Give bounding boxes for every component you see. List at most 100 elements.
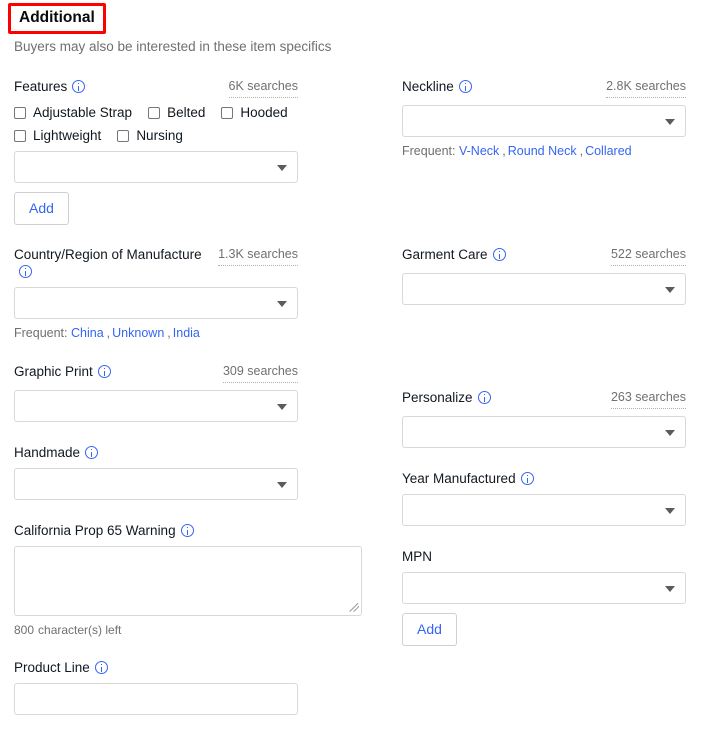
add-mpn-button[interactable]: Add bbox=[402, 613, 457, 646]
country-region-label-row: Country/Region of Manufacture 1.3K searc… bbox=[14, 246, 298, 280]
field-california-prop-65: California Prop 65 Warning 800character(… bbox=[14, 522, 298, 638]
handmade-select[interactable] bbox=[14, 468, 298, 500]
field-mpn: MPN Add bbox=[402, 548, 686, 646]
features-label-row: Features 6K searches bbox=[14, 78, 298, 98]
separator: , bbox=[107, 326, 110, 340]
checkbox-row: Adjustable Strap Belted Hooded bbox=[14, 105, 298, 121]
resize-handle[interactable] bbox=[349, 603, 359, 613]
year-manufactured-label-text: Year Manufactured bbox=[402, 471, 516, 486]
additional-item-specifics-page: Additional Buyers may also be interested… bbox=[0, 0, 703, 734]
graphic-print-label: Graphic Print bbox=[14, 363, 111, 380]
character-count: 800character(s) left bbox=[14, 622, 298, 638]
info-icon[interactable] bbox=[98, 365, 111, 378]
garment-care-select[interactable] bbox=[402, 273, 686, 305]
checkbox-row: Lightweight Nursing bbox=[14, 128, 298, 144]
frequent-link-india[interactable]: India bbox=[173, 326, 200, 340]
checkbox-label: Belted bbox=[167, 105, 205, 121]
neckline-searches: 2.8K searches bbox=[606, 78, 686, 98]
features-label: Features bbox=[14, 78, 85, 95]
frequent-link-unknown[interactable]: Unknown bbox=[112, 326, 164, 340]
graphic-print-select[interactable] bbox=[14, 390, 298, 422]
info-icon[interactable] bbox=[72, 80, 85, 93]
info-icon[interactable] bbox=[85, 446, 98, 459]
year-manufactured-label: Year Manufactured bbox=[402, 470, 534, 487]
frequent-link-v-neck[interactable]: V-Neck bbox=[459, 144, 499, 158]
chevron-down-icon bbox=[665, 287, 675, 293]
features-searches: 6K searches bbox=[229, 78, 298, 98]
character-count-number: 800 bbox=[14, 623, 34, 637]
separator: , bbox=[502, 144, 505, 158]
graphic-print-label-text: Graphic Print bbox=[14, 364, 93, 379]
checkbox-lightweight[interactable]: Lightweight bbox=[14, 128, 101, 144]
info-icon[interactable] bbox=[478, 391, 491, 404]
checkbox-box-icon[interactable] bbox=[117, 130, 129, 142]
chevron-down-icon bbox=[665, 508, 675, 514]
garment-care-label-row: Garment Care 522 searches bbox=[402, 246, 686, 266]
checkbox-box-icon[interactable] bbox=[221, 107, 233, 119]
checkbox-belted[interactable]: Belted bbox=[148, 105, 205, 121]
checkbox-hooded[interactable]: Hooded bbox=[221, 105, 287, 121]
checkbox-label: Nursing bbox=[136, 128, 183, 144]
garment-care-searches: 522 searches bbox=[611, 246, 686, 266]
frequent-link-collared[interactable]: Collared bbox=[585, 144, 632, 158]
personalize-label-row: Personalize 263 searches bbox=[402, 389, 686, 409]
checkbox-adjustable-strap[interactable]: Adjustable Strap bbox=[14, 105, 132, 121]
field-garment-care: Garment Care 522 searches bbox=[402, 246, 686, 305]
country-region-label-text: Country/Region of Manufacture bbox=[14, 247, 202, 262]
frequent-link-round-neck[interactable]: Round Neck bbox=[508, 144, 577, 158]
year-manufactured-label-row: Year Manufactured bbox=[402, 470, 686, 487]
chevron-down-icon bbox=[277, 482, 287, 488]
section-subtitle: Buyers may also be interested in these i… bbox=[14, 38, 331, 56]
california-prop-65-label-row: California Prop 65 Warning bbox=[14, 522, 298, 539]
features-checkbox-group: Adjustable Strap Belted Hooded Lightweig… bbox=[14, 105, 298, 144]
chevron-down-icon bbox=[277, 301, 287, 307]
handmade-label-text: Handmade bbox=[14, 445, 80, 460]
product-line-label-row: Product Line bbox=[14, 659, 298, 676]
personalize-label: Personalize bbox=[402, 389, 491, 406]
page-title: Additional bbox=[19, 8, 95, 28]
frequent-link-china[interactable]: China bbox=[71, 326, 104, 340]
california-prop-65-label: California Prop 65 Warning bbox=[14, 522, 194, 539]
checkbox-label: Adjustable Strap bbox=[33, 105, 132, 121]
info-icon[interactable] bbox=[521, 472, 534, 485]
chevron-down-icon bbox=[665, 586, 675, 592]
separator: , bbox=[167, 326, 170, 340]
personalize-select[interactable] bbox=[402, 416, 686, 448]
california-prop-65-textarea[interactable] bbox=[14, 546, 362, 616]
field-handmade: Handmade bbox=[14, 444, 298, 500]
info-icon[interactable] bbox=[493, 248, 506, 261]
year-manufactured-select[interactable] bbox=[402, 494, 686, 526]
california-prop-65-label-text: California Prop 65 Warning bbox=[14, 523, 176, 538]
product-line-label: Product Line bbox=[14, 659, 108, 676]
checkbox-box-icon[interactable] bbox=[148, 107, 160, 119]
add-features-button[interactable]: Add bbox=[14, 192, 69, 225]
info-icon[interactable] bbox=[95, 661, 108, 674]
field-year-manufactured: Year Manufactured bbox=[402, 470, 686, 526]
neckline-label-row: Neckline 2.8K searches bbox=[402, 78, 686, 98]
checkbox-nursing[interactable]: Nursing bbox=[117, 128, 183, 144]
neckline-select[interactable] bbox=[402, 105, 686, 137]
neckline-label-text: Neckline bbox=[402, 79, 454, 94]
graphic-print-label-row: Graphic Print 309 searches bbox=[14, 363, 298, 383]
left-column: Features 6K searches Adjustable Strap Be… bbox=[14, 78, 298, 715]
section-title-highlight: Additional bbox=[8, 3, 106, 34]
checkbox-box-icon[interactable] bbox=[14, 130, 26, 142]
info-icon[interactable] bbox=[459, 80, 472, 93]
mpn-select[interactable] bbox=[402, 572, 686, 604]
field-personalize: Personalize 263 searches bbox=[402, 389, 686, 448]
features-select[interactable] bbox=[14, 151, 298, 183]
info-icon[interactable] bbox=[181, 524, 194, 537]
checkbox-box-icon[interactable] bbox=[14, 107, 26, 119]
chevron-down-icon bbox=[665, 430, 675, 436]
country-region-select[interactable] bbox=[14, 287, 298, 319]
garment-care-label: Garment Care bbox=[402, 246, 506, 263]
neckline-label: Neckline bbox=[402, 78, 472, 95]
graphic-print-searches: 309 searches bbox=[223, 363, 298, 383]
product-line-input[interactable] bbox=[14, 683, 298, 715]
personalize-label-text: Personalize bbox=[402, 390, 473, 405]
info-icon[interactable] bbox=[19, 265, 32, 278]
chevron-down-icon bbox=[277, 404, 287, 410]
field-features: Features 6K searches Adjustable Strap Be… bbox=[14, 78, 298, 225]
country-region-label: Country/Region of Manufacture bbox=[14, 246, 210, 280]
mpn-label: MPN bbox=[402, 548, 432, 565]
